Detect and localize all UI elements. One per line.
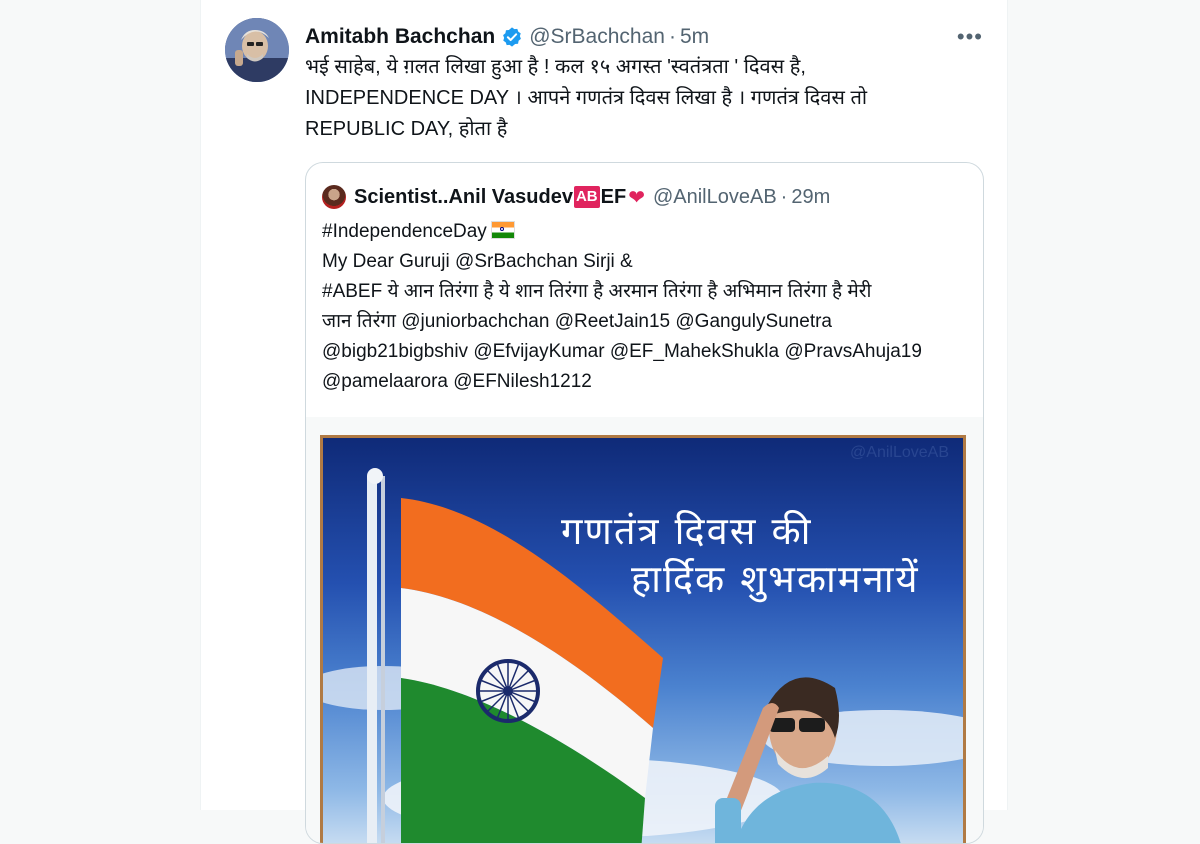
quoted-media[interactable]: @AnilLoveAB गणतंत्र दिवस की हार्दिक शुभक… <box>306 417 983 843</box>
avatar[interactable] <box>225 18 289 82</box>
tweet-text-line: REPUBLIC DAY, होता है <box>305 118 508 140</box>
quoted-text-line: #ABEF ये आन तिरंगा है ये शान तिरंगा है अ… <box>322 281 872 302</box>
quoted-author-name[interactable]: Scientist..Anil Vasudev <box>354 186 573 209</box>
poster-image: @AnilLoveAB गणतंत्र दिवस की हार्दिक शुभक… <box>320 435 966 843</box>
quoted-text-line: @bigb21bigbshiv @EfvijayKumar @EF_MahekS… <box>322 341 922 362</box>
author-handle[interactable]: @SrBachchan <box>529 25 665 49</box>
tweet-text: भई साहेब, ये ग़लत लिखा हुआ है ! कल १५ अग… <box>305 52 925 145</box>
quoted-text-line: @pamelaarora @EFNilesh1212 <box>322 371 592 392</box>
quoted-text-line: #IndependenceDay <box>322 217 972 247</box>
tweet[interactable]: Amitabh Bachchan @SrBachchan · 5m ••• भई… <box>201 0 1007 844</box>
author-name[interactable]: Amitabh Bachchan <box>305 25 495 49</box>
quoted-text-line: My Dear Guruji @SrBachchan Sirji & <box>322 251 633 272</box>
quoted-handle[interactable]: @AnilLoveAB <box>653 186 777 209</box>
timeline-column: Amitabh Bachchan @SrBachchan · 5m ••• भई… <box>200 0 1008 844</box>
quoted-text: #IndependenceDay My Dear Guruji @SrBachc… <box>322 217 972 397</box>
verified-badge-icon <box>501 26 523 48</box>
tweet-text-line: INDEPENDENCE DAY । आपने गणतंत्र दिवस लिख… <box>305 87 868 109</box>
separator-dot: · <box>780 185 788 208</box>
india-flag-icon <box>490 221 515 239</box>
tweet-text-line: भई साहेब, ये ग़लत लिखा हुआ है ! कल १५ अग… <box>305 56 806 78</box>
heart-icon: ❤ <box>628 186 645 209</box>
quoted-name-suffix: EF <box>600 185 627 208</box>
more-horizontal-icon[interactable]: ••• <box>957 24 983 50</box>
tweet-header: Amitabh Bachchan @SrBachchan · 5m <box>305 22 709 52</box>
poster-watermark: @AnilLoveAB <box>850 444 949 461</box>
poster-title-line: हार्दिक शुभकामनायें <box>631 557 920 601</box>
poster-title-line: गणतंत्र दिवस की <box>561 509 813 553</box>
quoted-tweet-header: Scientist..Anil Vasudev AB EF ❤ @AnilLov… <box>322 183 830 211</box>
quoted-text-line: जान तिरंगा @juniorbachchan @ReetJain15 @… <box>322 311 832 332</box>
poster-illustration <box>323 468 963 843</box>
quoted-tweet[interactable]: Scientist..Anil Vasudev AB EF ❤ @AnilLov… <box>305 162 984 844</box>
ab-badge: AB <box>573 186 600 208</box>
tweet-time[interactable]: 5m <box>680 25 709 49</box>
quoted-time[interactable]: 29m <box>791 186 830 209</box>
quoted-avatar[interactable] <box>322 185 346 209</box>
hashtag-independence-day[interactable]: #IndependenceDay <box>322 221 487 242</box>
separator-dot: · <box>668 25 676 48</box>
